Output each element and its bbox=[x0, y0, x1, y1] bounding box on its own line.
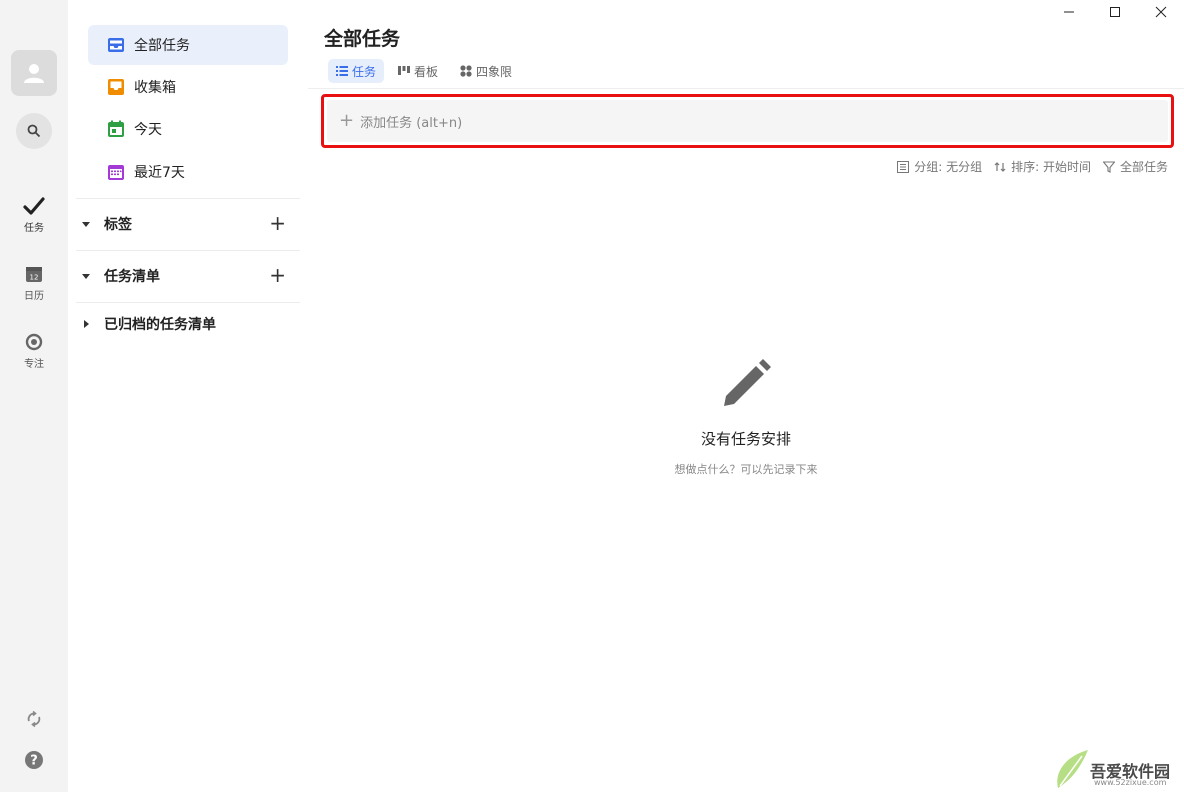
sidebar: 全部任务 收集箱 今天 最近7天 标签 + 任务清单 + 已归档的任务清单 bbox=[68, 0, 308, 792]
tab-list[interactable]: 任务 bbox=[328, 59, 385, 83]
watermark: 吾爱软件园 www.52zixue.com bbox=[1052, 738, 1182, 790]
calendar-week-icon bbox=[106, 162, 126, 182]
divider bbox=[76, 302, 300, 303]
search-button[interactable] bbox=[16, 113, 52, 149]
rail-item-label: 专注 bbox=[24, 359, 44, 370]
rail-item-tasks[interactable]: 任务 bbox=[0, 196, 68, 234]
sidebar-item-label: 今天 bbox=[134, 122, 162, 138]
group-label: 分组: 无分组 bbox=[914, 160, 983, 174]
sort-label: 排序: 开始时间 bbox=[1011, 160, 1091, 174]
add-task-highlight: + 添加任务 (alt+n) bbox=[321, 94, 1174, 148]
focus-icon bbox=[25, 333, 43, 351]
sidebar-item-label: 最近7天 bbox=[134, 165, 185, 181]
rail-item-calendar[interactable]: 12 日历 bbox=[0, 264, 68, 302]
user-icon bbox=[24, 64, 44, 83]
caret-right-icon bbox=[76, 319, 96, 329]
empty-state: 没有任务安排 想做点什么？可以先记录下来 bbox=[308, 358, 1184, 477]
close-button[interactable] bbox=[1138, 0, 1184, 24]
sidebar-item-today[interactable]: 今天 bbox=[88, 109, 288, 149]
divider bbox=[76, 198, 300, 199]
maximize-icon bbox=[1110, 7, 1120, 17]
watermark-leaf-icon bbox=[1057, 750, 1088, 788]
divider bbox=[76, 250, 300, 251]
inbox-icon bbox=[106, 77, 126, 97]
quadrant-icon bbox=[460, 65, 472, 77]
list-toolbar: 分组: 无分组 排序: 开始时间 全部任务 bbox=[897, 158, 1168, 175]
check-icon bbox=[23, 197, 45, 215]
sidebar-item-next-7-days[interactable]: 最近7天 bbox=[88, 152, 288, 192]
kanban-icon bbox=[398, 65, 411, 77]
add-task-input[interactable]: + 添加任务 (alt+n) bbox=[327, 100, 1168, 142]
calendar-today-icon bbox=[106, 119, 126, 139]
empty-state-subtitle: 想做点什么？可以先记录下来 bbox=[674, 463, 818, 476]
tab-label: 四象限 bbox=[476, 64, 513, 79]
view-tabs: 任务 看板 四象限 bbox=[328, 59, 520, 83]
empty-state-title: 没有任务安排 bbox=[700, 430, 791, 448]
avatar[interactable] bbox=[11, 50, 57, 96]
filter-button[interactable]: 全部任务 bbox=[1102, 158, 1168, 175]
tab-kanban[interactable]: 看板 bbox=[390, 59, 446, 83]
help-button[interactable]: ? bbox=[0, 750, 68, 770]
svg-text:?: ? bbox=[30, 754, 38, 769]
section-archived-lists[interactable]: 已归档的任务清单 bbox=[76, 309, 300, 339]
add-task-placeholder: 添加任务 (alt+n) bbox=[360, 115, 463, 131]
filter-label: 全部任务 bbox=[1119, 160, 1168, 174]
sidebar-item-label: 全部任务 bbox=[134, 38, 190, 54]
plus-icon: + bbox=[339, 110, 355, 131]
section-task-lists[interactable]: 任务清单 + bbox=[76, 261, 300, 291]
minimize-icon bbox=[1064, 11, 1074, 13]
minimize-button[interactable] bbox=[1046, 0, 1092, 24]
tab-label: 任务 bbox=[352, 64, 377, 79]
rail-item-focus[interactable]: 专注 bbox=[0, 332, 68, 370]
calendar-badge: 12 bbox=[30, 274, 39, 282]
sidebar-item-all-tasks[interactable]: 全部任务 bbox=[88, 25, 288, 65]
add-tag-button[interactable]: + bbox=[269, 213, 286, 233]
search-icon bbox=[27, 124, 41, 138]
group-icon bbox=[897, 160, 910, 173]
sort-icon bbox=[994, 161, 1006, 173]
help-icon: ? bbox=[25, 751, 43, 769]
page-title: 全部任务 bbox=[324, 28, 401, 50]
sidebar-item-inbox[interactable]: 收集箱 bbox=[88, 67, 288, 107]
nav-rail: 任务 12 日历 专注 ? bbox=[0, 0, 68, 792]
section-label: 已归档的任务清单 bbox=[104, 317, 216, 333]
divider bbox=[308, 88, 1184, 89]
app-window: 任务 12 日历 专注 ? 全部任务 收集箱 今天 最近7天 标签 + 任务清单… bbox=[0, 0, 1184, 792]
main-panel: 全部任务 任务 看板 四象限 + 添加任务 (alt+n) 分组: 无分组 排序… bbox=[308, 0, 1184, 792]
caret-down-icon bbox=[76, 219, 96, 229]
filter-icon bbox=[1102, 160, 1115, 173]
section-label: 标签 bbox=[104, 217, 132, 233]
sidebar-item-label: 收集箱 bbox=[134, 80, 176, 96]
sort-button[interactable]: 排序: 开始时间 bbox=[994, 158, 1091, 175]
calendar-icon: 12 bbox=[26, 267, 42, 282]
close-icon bbox=[1155, 6, 1167, 18]
tab-label: 看板 bbox=[414, 64, 439, 79]
sync-button[interactable] bbox=[0, 710, 68, 728]
rail-item-label: 任务 bbox=[24, 223, 44, 234]
watermark-site: www.52zixue.com bbox=[1094, 778, 1167, 787]
inbox-tray-icon bbox=[106, 35, 126, 55]
pencil-icon bbox=[724, 359, 771, 406]
add-list-button[interactable]: + bbox=[269, 265, 286, 285]
list-icon bbox=[336, 65, 348, 77]
section-tags[interactable]: 标签 + bbox=[76, 209, 300, 239]
sync-icon bbox=[27, 710, 41, 728]
caret-down-icon bbox=[76, 271, 96, 281]
rail-item-label: 日历 bbox=[24, 291, 44, 302]
group-by-button[interactable]: 分组: 无分组 bbox=[897, 158, 982, 175]
maximize-button[interactable] bbox=[1092, 0, 1138, 24]
tab-quadrant[interactable]: 四象限 bbox=[452, 59, 520, 83]
section-label: 任务清单 bbox=[104, 269, 160, 285]
